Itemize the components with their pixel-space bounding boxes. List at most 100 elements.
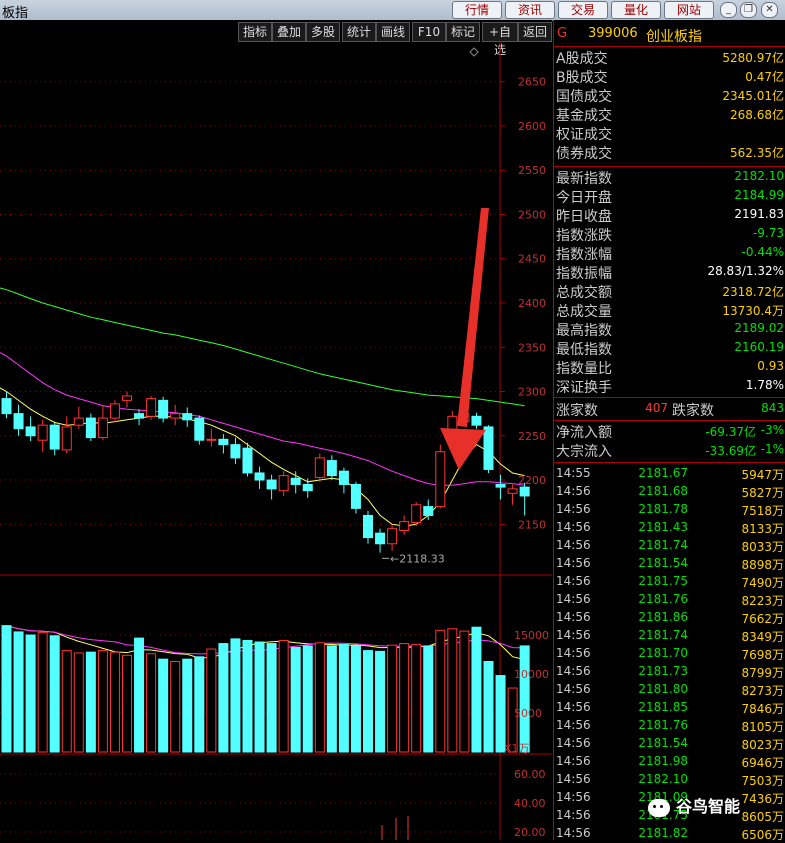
tab-quotes[interactable]: 行情 xyxy=(452,1,502,19)
flow-row-value: -69.37亿 xyxy=(705,425,756,439)
candle-body xyxy=(158,399,169,419)
stat-row-label: 昨日收盘 xyxy=(556,209,612,225)
back-button[interactable]: 返回 xyxy=(518,22,552,42)
tick-row[interactable]: 14:56 2182.10 7503万 xyxy=(554,770,785,788)
tick-volume: 8133万 xyxy=(741,522,784,536)
tick-time: 14:56 xyxy=(556,592,591,606)
tick-row[interactable]: 14:56 2181.75 7490万 xyxy=(554,572,785,590)
candle-body xyxy=(326,460,337,477)
minimize-icon[interactable]: _ xyxy=(720,2,737,18)
indicator-button[interactable]: 指标 xyxy=(238,22,272,42)
candle-body xyxy=(25,426,36,437)
tick-price: 2181.82 xyxy=(638,826,688,840)
tick-volume: 8799万 xyxy=(741,666,784,680)
index-name: 创业板指 xyxy=(646,29,702,45)
candle-body xyxy=(363,514,373,539)
tick-row[interactable]: 14:56 2181.85 7846万 xyxy=(554,698,785,716)
volume-bar xyxy=(411,643,422,753)
f10-button[interactable]: F10 xyxy=(412,22,446,42)
candle-body xyxy=(134,413,145,419)
tick-volume: 6946万 xyxy=(741,756,784,770)
divider xyxy=(554,166,785,167)
tick-row[interactable]: 14:56 2181.68 5827万 xyxy=(554,482,785,500)
tick-row[interactable]: 14:56 2181.98 6946万 xyxy=(554,752,785,770)
tick-price: 2182.10 xyxy=(638,772,688,786)
restore-icon[interactable]: ❐ xyxy=(740,2,757,18)
stat-row-value: 13730.4万 xyxy=(722,304,784,318)
volume-bar xyxy=(1,625,12,753)
tick-volume: 8349万 xyxy=(741,630,784,644)
tick-row[interactable]: 14:56 2181.76 8105万 xyxy=(554,716,785,734)
tab-website[interactable]: 网站 xyxy=(664,1,714,19)
candle-body xyxy=(375,532,386,545)
multi-stock-button[interactable]: 多股 xyxy=(306,22,340,42)
watermark-text: 谷鸟智能 xyxy=(676,797,741,816)
stat-row: 指数涨跌 -9.73 xyxy=(554,225,785,244)
tab-trade[interactable]: 交易 xyxy=(558,1,608,19)
tab-news[interactable]: 资讯 xyxy=(505,1,555,19)
tick-row[interactable]: 14:55 2181.67 5947万 xyxy=(554,464,785,482)
stat-row-label: 最低指数 xyxy=(556,342,612,358)
volume-bar xyxy=(146,653,157,753)
tick-row[interactable]: 14:56 2181.78 7518万 xyxy=(554,500,785,518)
divider xyxy=(554,462,785,463)
draw-line-button[interactable]: 画线 xyxy=(376,22,410,42)
volume-bar xyxy=(266,643,277,753)
tick-row[interactable]: 14:56 2181.54 8898万 xyxy=(554,554,785,572)
tick-row[interactable]: 14:56 2181.82 6506万 xyxy=(554,824,785,842)
price-tick-label: 2400 xyxy=(518,297,546,310)
turnover-row: B股成交 0.47亿 xyxy=(554,67,785,86)
tick-row[interactable]: 14:56 2181.43 8133万 xyxy=(554,518,785,536)
red-arrow-annotation xyxy=(440,208,489,470)
volume-bar xyxy=(182,658,193,753)
close-icon[interactable]: ✕ xyxy=(761,2,778,18)
candle-body xyxy=(290,477,301,485)
tick-row[interactable]: 14:56 2181.74 8349万 xyxy=(554,626,785,644)
stat-row: 深证换手 1.78% xyxy=(554,377,785,396)
tick-time: 14:56 xyxy=(556,808,591,822)
statistics-button[interactable]: 统计 xyxy=(342,22,376,42)
volume-bar xyxy=(278,639,289,753)
volume-bar xyxy=(375,650,386,753)
overlay-button[interactable]: 叠加 xyxy=(272,22,306,42)
tick-row[interactable]: 14:56 2181.76 8223万 xyxy=(554,590,785,608)
tick-time: 14:56 xyxy=(556,736,591,750)
candle-body xyxy=(266,479,277,490)
tick-row[interactable]: 14:56 2181.73 8799万 xyxy=(554,662,785,680)
tab-quant[interactable]: 量化 xyxy=(611,1,661,19)
panel-header: G 399006 创业板指 xyxy=(554,24,785,46)
volume-tick-label: 5000 xyxy=(514,707,542,720)
price-tick-label: 2650 xyxy=(518,76,546,89)
candlestick-chart[interactable]: 2650 2600 2550 2500 2450 2400 2350 2300 2250 2200… xyxy=(0,42,552,840)
price-tick-label: 2150 xyxy=(518,518,546,531)
volume-bars xyxy=(1,625,530,753)
tick-time: 14:56 xyxy=(556,700,591,714)
volume-bar xyxy=(73,652,84,753)
tick-volume: 8023万 xyxy=(741,738,784,752)
tick-row[interactable]: 14:56 2181.86 7662万 xyxy=(554,608,785,626)
tick-row[interactable]: 14:56 2181.70 7698万 xyxy=(554,644,785,662)
candle-body xyxy=(495,483,506,488)
tick-row[interactable]: 14:56 2181.54 8023万 xyxy=(554,734,785,752)
tick-row[interactable]: 14:56 2181.80 8273万 xyxy=(554,680,785,698)
turnover-row-label: 基金成交 xyxy=(556,108,612,124)
candle-body xyxy=(194,417,205,441)
stat-row-value: 2184.99 xyxy=(734,188,784,202)
volume-bar xyxy=(423,645,434,753)
tick-price: 2181.75 xyxy=(638,574,688,588)
volume-bar xyxy=(387,644,398,753)
tick-row[interactable]: 14:56 2181.74 8033万 xyxy=(554,536,785,554)
indicator-tick-label: 40.00 xyxy=(514,797,546,810)
volume-bar xyxy=(170,661,181,753)
tick-volume: 5947万 xyxy=(741,468,784,482)
mark-button[interactable]: 标记 xyxy=(446,22,480,42)
volume-bar xyxy=(85,651,96,753)
turnover-row-label: 权证成交 xyxy=(556,127,612,143)
add-watchlist-button[interactable]: +自选 xyxy=(482,22,518,57)
volume-bar xyxy=(218,643,229,753)
stat-row-label: 指数涨跌 xyxy=(556,228,612,244)
turnover-row-label: A股成交 xyxy=(556,51,608,67)
tick-time: 14:56 xyxy=(556,754,591,768)
turnover-row: A股成交 5280.97亿 xyxy=(554,48,785,67)
candle-body xyxy=(519,486,530,497)
